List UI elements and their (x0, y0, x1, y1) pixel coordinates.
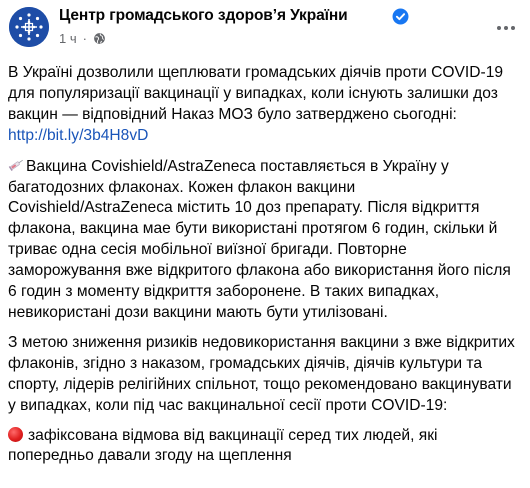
more-options-icon[interactable] (492, 14, 520, 42)
post-paragraph-3: З метою зниження ризиків недовикористанн… (8, 333, 515, 414)
post-header: Центр громадського здоров’я України 1 ч … (0, 0, 530, 58)
post-paragraph-4: зафіксована відмова від вакцинації серед… (8, 426, 522, 468)
post-meta: 1 ч · (59, 31, 106, 46)
facebook-post: Центр громадського здоров’я України 1 ч … (0, 0, 530, 488)
short-link[interactable]: http://bit.ly/3b4H8vD (8, 127, 148, 144)
paragraph-1-text: В Україні дозволили щеплювати громадськи… (8, 64, 504, 123)
paragraph-2-text: Вакцина Covishield/AstraZeneca поставляє… (8, 157, 511, 321)
verified-badge-icon (392, 8, 409, 25)
paragraph-4-text: зафіксована відмова від вакцинації серед… (8, 426, 438, 465)
post-time[interactable]: 1 ч (59, 31, 77, 46)
page-avatar[interactable] (9, 7, 49, 47)
post-paragraph-2: Вакцина Covishield/AstraZeneca поставляє… (8, 156, 522, 324)
syringe-icon (8, 159, 23, 171)
meta-separator: · (82, 31, 87, 46)
post-paragraph-1: В Україні дозволили щеплювати громадськи… (8, 63, 522, 147)
post-body: В Україні дозволили щеплювати громадськи… (8, 63, 522, 476)
page-name[interactable]: Центр громадського здоров’я України (59, 7, 348, 25)
avatar-logo-icon (9, 7, 49, 47)
red-circle-icon (8, 426, 23, 442)
globe-icon[interactable] (93, 32, 106, 45)
